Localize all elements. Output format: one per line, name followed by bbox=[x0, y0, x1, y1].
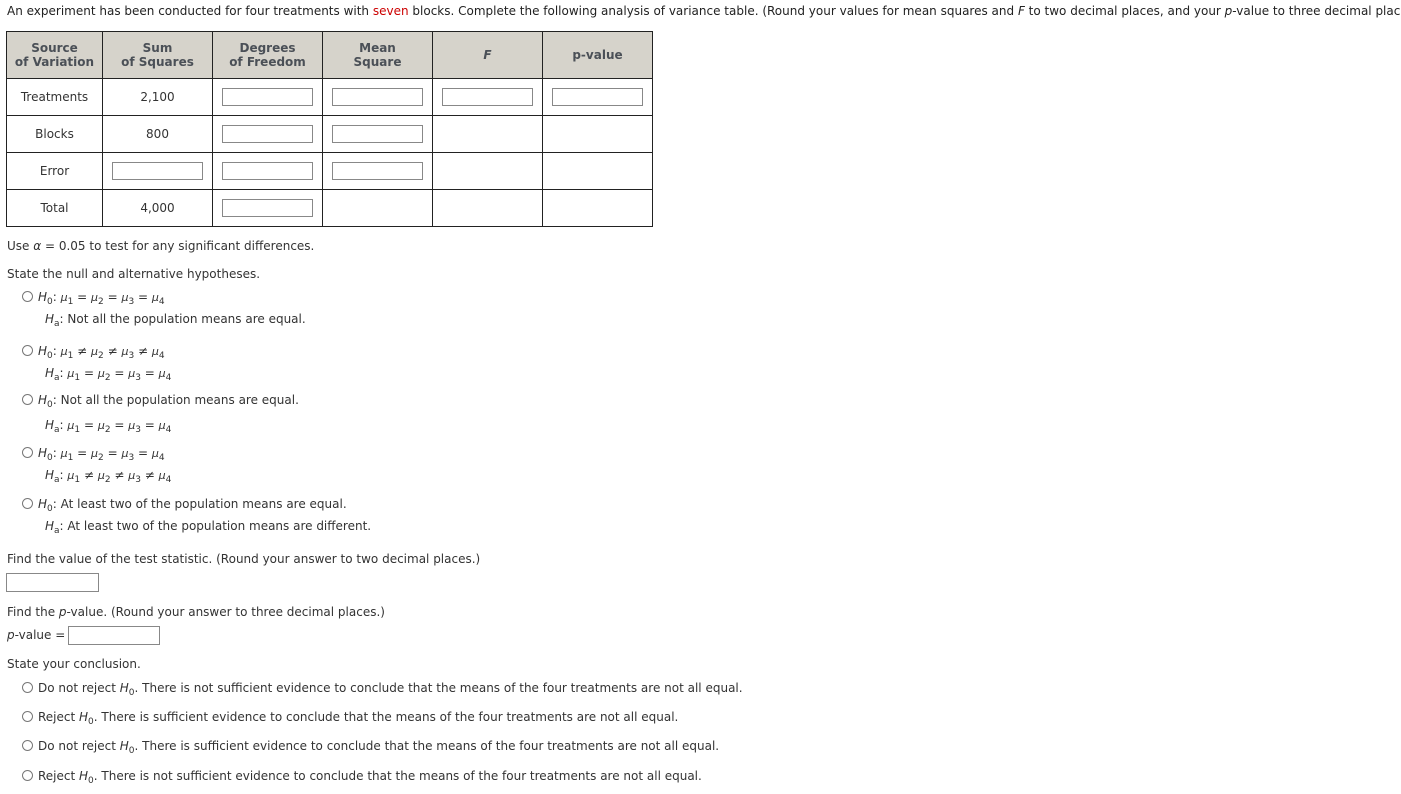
problem-statement: An experiment has been conducted for fou… bbox=[7, 4, 1401, 18]
hypothesis-option-4[interactable]: H0: μ1 = μ2 = μ3 = μ4 bbox=[22, 446, 165, 463]
ss-value: 2,100 bbox=[102, 78, 213, 116]
table-row: Blocks 800 bbox=[6, 115, 653, 153]
ss-value: 800 bbox=[102, 115, 213, 153]
radio-button[interactable] bbox=[22, 498, 33, 509]
radio-button[interactable] bbox=[22, 447, 33, 458]
table-row: Treatments 2,100 bbox=[6, 78, 653, 116]
header-ms: Mean Square bbox=[322, 31, 433, 79]
conclusion-option-2[interactable]: Reject H0. There is sufficient evidence … bbox=[22, 710, 678, 727]
radio-button[interactable] bbox=[22, 394, 33, 405]
intro-text: -value to three decimal places.) bbox=[1232, 4, 1401, 18]
empty-cell bbox=[542, 115, 653, 153]
intro-text: An experiment has been conducted for fou… bbox=[7, 4, 373, 18]
hypothesis-option-5[interactable]: H0: At least two of the population means… bbox=[22, 497, 347, 514]
empty-cell bbox=[432, 152, 543, 190]
f-letter: F bbox=[1017, 4, 1025, 18]
radio-button[interactable] bbox=[22, 740, 33, 751]
hypothesis-option-3[interactable]: H0: Not all the population means are equ… bbox=[22, 393, 299, 410]
pvalue-input[interactable] bbox=[68, 626, 160, 645]
radio-button[interactable] bbox=[22, 291, 33, 302]
error-df-input[interactable] bbox=[222, 162, 313, 180]
table-row: Total 4,000 bbox=[6, 189, 653, 227]
treatments-ms-input[interactable] bbox=[332, 88, 423, 106]
hypothesis-option-1[interactable]: H0: μ1 = μ2 = μ3 = μ4 bbox=[22, 290, 165, 307]
hypothesis-option-2-ha: Ha: μ1 = μ2 = μ3 = μ4 bbox=[45, 366, 172, 383]
intro-text: blocks. Complete the following analysis … bbox=[408, 4, 1018, 18]
hypothesis-option-3-ha: Ha: μ1 = μ2 = μ3 = μ4 bbox=[45, 418, 172, 435]
source-label: Error bbox=[6, 152, 103, 190]
blocks-count: seven bbox=[372, 4, 409, 18]
radio-button[interactable] bbox=[22, 345, 33, 356]
treatments-df-input[interactable] bbox=[222, 88, 313, 106]
header-df: Degrees of Freedom bbox=[212, 31, 323, 79]
anova-table: Source of Variation Sum of Squares Degrees… bbox=[6, 31, 653, 227]
radio-button[interactable] bbox=[22, 711, 33, 722]
conclusion-option-3[interactable]: Do not reject H0. There is sufficient ev… bbox=[22, 739, 719, 756]
hypotheses-prompt: State the null and alternative hypothese… bbox=[7, 267, 261, 281]
empty-cell bbox=[322, 189, 433, 227]
alpha-symbol: α bbox=[33, 239, 42, 253]
empty-cell bbox=[542, 189, 653, 227]
source-label: Blocks bbox=[6, 115, 103, 153]
treatments-pvalue-input[interactable] bbox=[552, 88, 643, 106]
hypothesis-option-1-ha: Ha: Not all the population means are equ… bbox=[45, 312, 306, 329]
source-label: Total bbox=[6, 189, 103, 227]
empty-cell bbox=[432, 189, 543, 227]
hypothesis-option-5-ha: Ha: At least two of the population means… bbox=[45, 519, 372, 536]
header-f: F bbox=[432, 31, 543, 79]
error-ss-input[interactable] bbox=[112, 162, 203, 180]
header-source: Source of Variation bbox=[6, 31, 103, 79]
header-ss: Sum of Squares bbox=[102, 31, 213, 79]
total-df-input[interactable] bbox=[222, 199, 313, 217]
table-row: Error bbox=[6, 152, 653, 190]
ss-value: 4,000 bbox=[102, 189, 213, 227]
source-label: Treatments bbox=[6, 78, 103, 116]
treatments-f-input[interactable] bbox=[442, 88, 533, 106]
hypothesis-option-4-ha: Ha: μ1 ≠ μ2 ≠ μ3 ≠ μ4 bbox=[45, 468, 172, 485]
table-header-row: Source of Variation Sum of Squares Degrees… bbox=[6, 31, 653, 79]
radio-button[interactable] bbox=[22, 682, 33, 693]
test-stat-prompt: Find the value of the test statistic. (R… bbox=[7, 552, 481, 566]
empty-cell bbox=[432, 115, 543, 153]
conclusion-option-4[interactable]: Reject H0. There is not sufficient evide… bbox=[22, 769, 702, 786]
radio-button[interactable] bbox=[22, 770, 33, 781]
error-ms-input[interactable] bbox=[332, 162, 423, 180]
pvalue-prompt: Find the p-value. (Round your answer to … bbox=[7, 605, 385, 619]
conclusion-prompt: State your conclusion. bbox=[7, 657, 141, 671]
header-pvalue: p-value bbox=[542, 31, 653, 79]
test-stat-input[interactable] bbox=[6, 573, 99, 592]
pvalue-label: p-value = bbox=[7, 628, 66, 642]
blocks-ms-input[interactable] bbox=[332, 125, 423, 143]
intro-text: to two decimal places, and your bbox=[1024, 4, 1225, 18]
conclusion-option-1[interactable]: Do not reject H0. There is not sufficien… bbox=[22, 681, 743, 698]
hypothesis-option-2[interactable]: H0: μ1 ≠ μ2 ≠ μ3 ≠ μ4 bbox=[22, 344, 165, 361]
alpha-statement: Use α = 0.05 to test for any significant… bbox=[7, 239, 315, 253]
empty-cell bbox=[542, 152, 653, 190]
blocks-df-input[interactable] bbox=[222, 125, 313, 143]
